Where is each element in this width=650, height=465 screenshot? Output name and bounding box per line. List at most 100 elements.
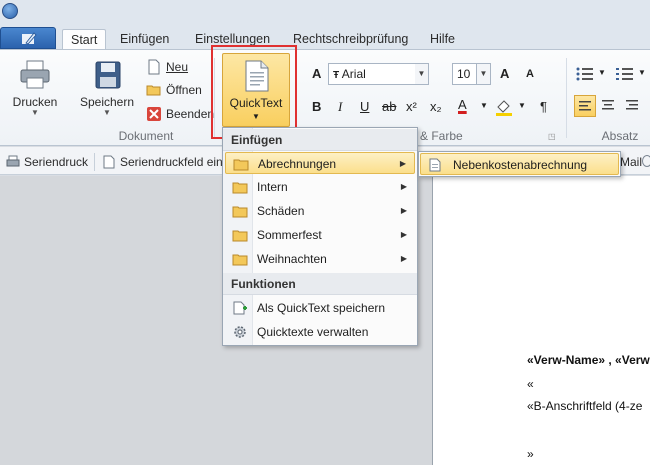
menu-item-label: Nebenkostenabrechnung: [453, 158, 588, 172]
chevron-down-icon[interactable]: ▼: [480, 101, 488, 110]
chevron-down-icon: ▼: [103, 108, 111, 117]
chevron-down-icon[interactable]: ▼: [477, 63, 491, 85]
document-page[interactable]: [432, 176, 650, 465]
tab-einfuegen[interactable]: Einfügen: [112, 29, 177, 50]
floppy-disk-icon: [95, 61, 121, 89]
chevron-down-icon[interactable]: ▼: [638, 68, 646, 77]
align-right-button[interactable]: [622, 95, 644, 117]
highlight-color-icon[interactable]: [494, 97, 514, 117]
folder-icon: [232, 182, 248, 194]
align-center-button[interactable]: [598, 95, 620, 117]
serial-print-label: Seriendruck: [24, 155, 89, 169]
file-menu-icon: [22, 32, 37, 45]
insert-mergefield-label: Seriendruckfeld einf: [120, 155, 227, 169]
settings-icon[interactable]: [642, 155, 650, 167]
ribbon-tab-row: Start Einfügen Einstellungen Rechtschrei…: [0, 26, 650, 50]
chevron-right-icon: ▶: [400, 206, 407, 215]
numbered-list-icon[interactable]: [616, 66, 634, 82]
underline-button[interactable]: U: [360, 99, 369, 114]
pilcrow-button[interactable]: ¶: [540, 99, 547, 114]
menu-item-label: Als QuickText speichern: [257, 301, 386, 315]
add-document-icon: [233, 301, 247, 315]
menu-header-einfuegen: Einfügen: [223, 129, 417, 151]
font-name-select[interactable]: Ŧ Arial: [328, 63, 416, 85]
highlight-box: [211, 45, 297, 139]
group-separator: [566, 58, 567, 138]
menu-item-nebenkostenabrechnung[interactable]: Nebenkostenabrechnung: [420, 153, 619, 175]
file-menu-button[interactable]: [0, 27, 56, 49]
menu-item-sommerfest[interactable]: Sommerfest ▶: [225, 224, 415, 246]
mail-label: Mail: [620, 155, 643, 169]
font-size-select[interactable]: 10: [452, 63, 477, 85]
tab-start[interactable]: Start: [62, 29, 107, 50]
abrechnungen-submenu: Nebenkostenabrechnung: [418, 151, 621, 177]
folder-icon: [232, 206, 248, 218]
insert-mergefield-button[interactable]: Seriendruckfeld einf: [102, 153, 226, 171]
folder-open-icon: [146, 85, 161, 96]
group-label-absatz: Absatz: [601, 129, 639, 143]
tab-rechtschreibpruefung[interactable]: Rechtschreibprüfung: [285, 29, 416, 50]
chevron-right-icon: ▶: [399, 159, 406, 168]
new-label: Neu: [166, 60, 189, 74]
new-document-icon: [148, 59, 160, 75]
print-label: Drucken: [12, 95, 58, 109]
group-label-dokument: Dokument: [118, 129, 174, 143]
dialog-launcher-icon[interactable]: ◳: [548, 132, 556, 141]
close-label: Beenden: [166, 107, 215, 121]
menu-item-save-quicktext[interactable]: Als QuickText speichern: [225, 297, 415, 319]
quicktext-menu: Einfügen Abrechnungen ▶ Intern ▶ Schäden…: [222, 127, 418, 346]
chevron-right-icon: ▶: [400, 254, 407, 263]
chevron-down-icon: ▼: [31, 108, 39, 117]
open-button[interactable]: Öffnen: [144, 80, 202, 100]
align-center-icon: [602, 100, 614, 110]
menu-item-label: Intern: [257, 180, 288, 194]
chevron-down-icon[interactable]: ▼: [598, 68, 606, 77]
menu-item-label: Quicktexte verwalten: [257, 325, 369, 339]
document-line: «Verw-Name» , «Verw: [527, 353, 650, 367]
open-label: Öffnen: [166, 83, 202, 97]
menu-item-label: Schäden: [257, 204, 305, 218]
new-button[interactable]: Neu: [144, 57, 188, 77]
menu-item-label: Weihnachten: [257, 252, 327, 266]
chevron-right-icon: ▶: [400, 182, 407, 191]
menu-item-manage-quicktexts[interactable]: Quicktexte verwalten: [225, 321, 415, 343]
grow-font-button[interactable]: A: [500, 66, 509, 81]
menu-item-label: Sommerfest: [257, 228, 322, 242]
chevron-down-icon[interactable]: ▼: [518, 101, 526, 110]
close-button[interactable]: Beenden: [144, 104, 214, 124]
toolbar-separator: [94, 153, 95, 171]
menu-item-schaeden[interactable]: Schäden ▶: [225, 200, 415, 222]
title-bar: [0, 0, 650, 26]
bullet-list-icon[interactable]: [576, 66, 594, 82]
chevron-right-icon: ▶: [400, 230, 407, 239]
subscript-button[interactable]: x₂: [430, 99, 442, 114]
serial-print-button[interactable]: Seriendruck: [6, 153, 88, 171]
folder-icon: [232, 230, 248, 242]
document-icon: [429, 158, 441, 172]
menu-item-abrechnungen[interactable]: Abrechnungen ▶: [225, 152, 415, 174]
menu-header-funktionen: Funktionen: [223, 273, 417, 295]
font-size-value: 10: [457, 67, 471, 81]
menu-item-intern[interactable]: Intern ▶: [225, 176, 415, 198]
font-name-value: Arial: [341, 67, 366, 81]
menu-item-weihnachten[interactable]: Weihnachten ▶: [225, 248, 415, 270]
menu-item-label: Abrechnungen: [258, 157, 337, 171]
align-left-button[interactable]: [574, 95, 596, 117]
save-label: Speichern: [79, 95, 135, 109]
tab-hilfe[interactable]: Hilfe: [422, 29, 463, 50]
save-button[interactable]: Speichern ▼: [78, 58, 136, 117]
truetype-icon: Ŧ: [333, 70, 340, 81]
superscript-button[interactable]: x²: [406, 99, 417, 114]
gear-icon: [234, 326, 246, 338]
font-style-icon: A: [312, 66, 322, 81]
printer-icon: [6, 155, 20, 167]
italic-button[interactable]: I: [338, 99, 342, 115]
strikethrough-button[interactable]: ab: [382, 99, 396, 114]
shrink-font-button[interactable]: A: [526, 68, 534, 80]
app-icon[interactable]: [2, 3, 18, 19]
bold-button[interactable]: B: [312, 99, 321, 114]
font-color-button[interactable]: A: [458, 97, 467, 112]
print-button[interactable]: Drucken ▼: [8, 58, 62, 117]
chevron-down-icon[interactable]: ▼: [415, 63, 429, 85]
align-right-icon: [626, 100, 638, 110]
